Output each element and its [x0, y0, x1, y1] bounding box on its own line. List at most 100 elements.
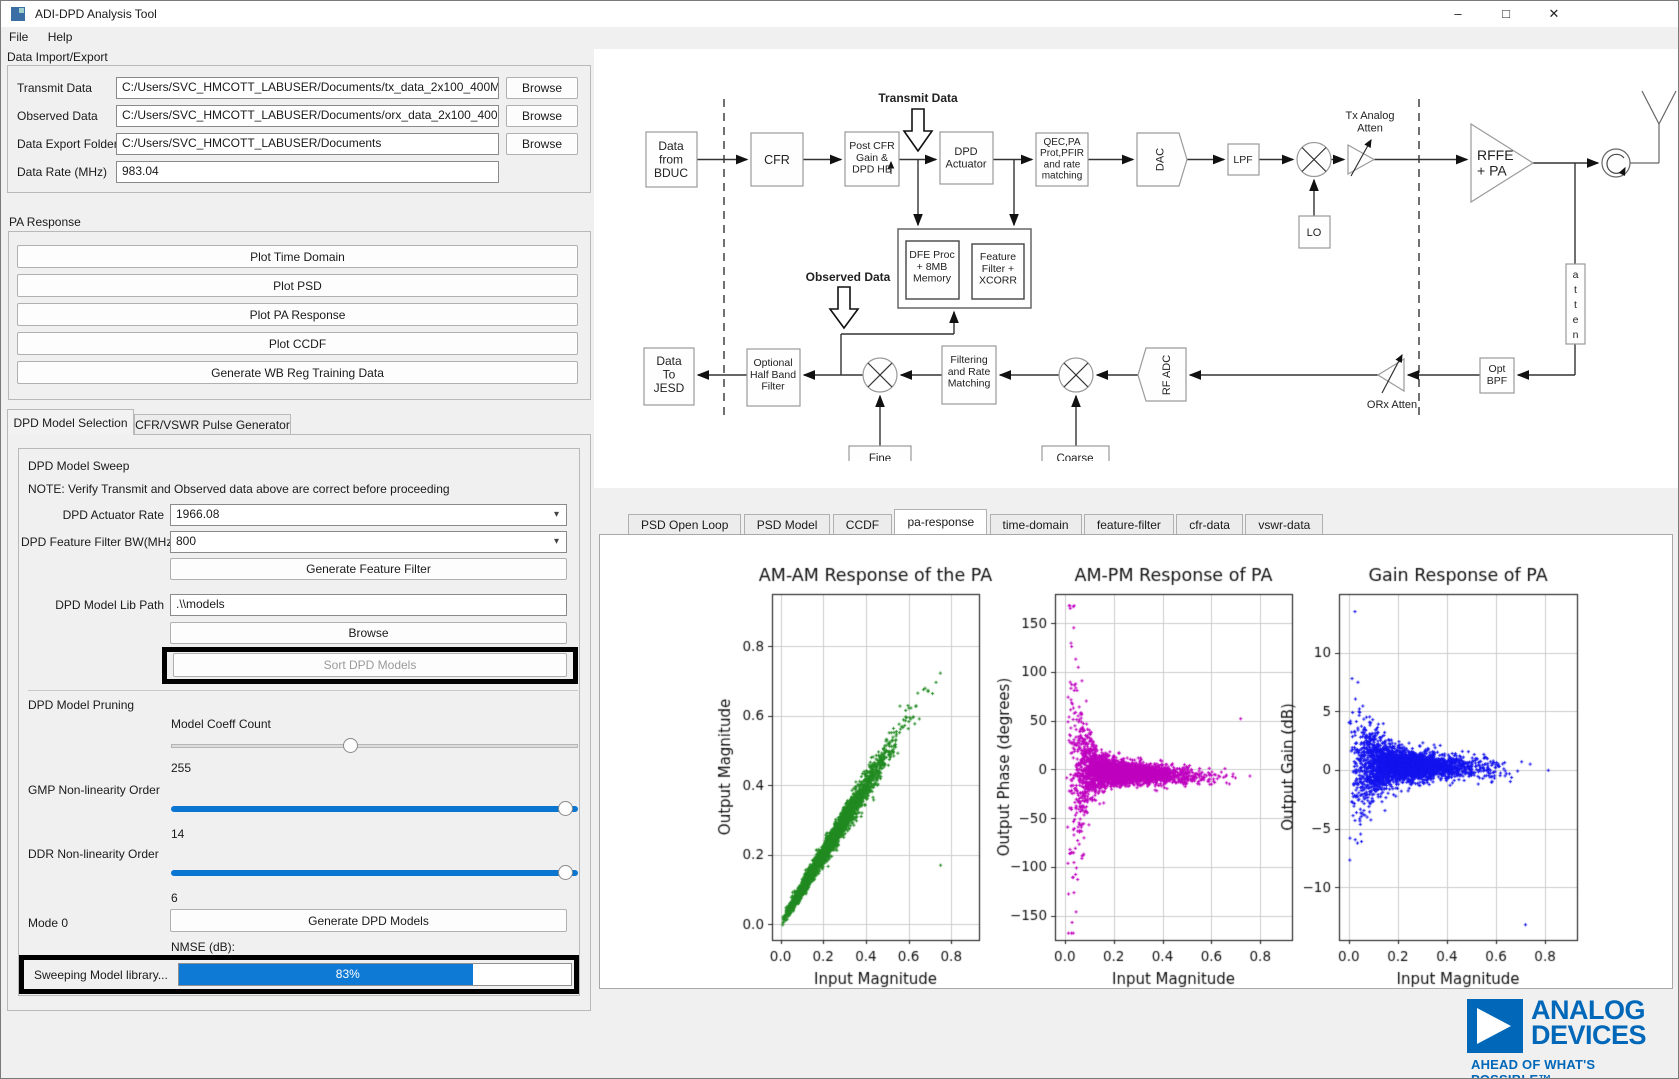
app-window: ADI-DPD Analysis Tool – □ ✕ File Help Da…: [0, 0, 1679, 1079]
menu-file[interactable]: File: [1, 27, 36, 47]
lib-path-browse-button[interactable]: Browse: [170, 622, 567, 644]
analog-devices-tagline: AHEAD OF WHAT'S POSSIBLE™: [1471, 1057, 1678, 1079]
antenna-icon: [1630, 91, 1676, 163]
sort-dpd-models-button[interactable]: Sort DPD Models: [173, 653, 567, 677]
minimize-button[interactable]: –: [1439, 1, 1477, 27]
dpd-actuator-rate-combobox[interactable]: 1966.08 ▾: [170, 504, 567, 526]
model-coeff-count-label: Model Coeff Count: [171, 717, 271, 731]
generate-feature-filter-button[interactable]: Generate Feature Filter: [170, 558, 567, 580]
coarse-mixer-icon: [1059, 358, 1093, 392]
cfr-label: CFR: [764, 153, 790, 167]
fine-mixer-icon: [863, 358, 897, 392]
dpd-feature-filter-bw-combobox[interactable]: 800 ▾: [170, 531, 567, 553]
sweep-progress-text: 83%: [336, 967, 360, 981]
data-import-section-label: Data Import/Export: [7, 50, 108, 64]
dpd-model-lib-path-label: DPD Model Lib Path: [21, 598, 164, 612]
transmit-data-label: Transmit Data: [878, 91, 958, 105]
pa-response-charts: [600, 535, 1674, 990]
plot-pa-response-button[interactable]: Plot PA Response: [17, 303, 578, 326]
plot-tab-time-domain[interactable]: time-domain: [990, 514, 1082, 536]
plot-tab-psd-model[interactable]: PSD Model: [744, 514, 831, 536]
orx-atten-label: ORx Atten: [1367, 399, 1417, 411]
data-export-folder-browse-button[interactable]: Browse: [506, 133, 578, 155]
dpd-block-diagram: DatafromBDUC CFR Post CFRGain &DPD HB DP…: [596, 71, 1679, 461]
chevron-down-icon: ▾: [554, 536, 559, 547]
plot-tab-ccdf[interactable]: CCDF: [833, 514, 892, 536]
circulator-icon: [1602, 149, 1630, 177]
data-export-folder-input[interactable]: C:/Users/SVC_HMCOTT_LABUSER/Documents: [116, 133, 499, 155]
gmp-order-label: GMP Non-linearity Order: [28, 783, 160, 797]
dpd-actuator-rate-label: DPD Actuator Rate: [21, 508, 164, 522]
transmit-data-browse-button[interactable]: Browse: [506, 77, 578, 99]
plot-tab-feature-filter[interactable]: feature-filter: [1084, 514, 1174, 536]
observed-data-label: Observed Data: [17, 109, 98, 123]
dpd-model-sweep-note: NOTE: Verify Transmit and Observed data …: [28, 482, 450, 496]
title-bar: ADI-DPD Analysis Tool – □ ✕: [1, 1, 1679, 27]
lo-label: LO: [1307, 227, 1322, 239]
transmit-data-input[interactable]: C:/Users/SVC_HMCOTT_LABUSER/Documents/tx…: [116, 77, 499, 99]
sort-dpd-models-highlight: Sort DPD Models: [162, 647, 578, 684]
observed-data-input[interactable]: C:/Users/SVC_HMCOTT_LABUSER/Documents/or…: [116, 105, 499, 127]
rf-adc-label: RF ADC: [1161, 355, 1173, 395]
transmit-data-arrow: [904, 109, 932, 151]
ddr-order-label: DDR Non-linearity Order: [28, 847, 159, 861]
dpd-model-sweep-title: DPD Model Sweep: [28, 459, 129, 473]
dpd-feature-filter-bw-value: 800: [176, 534, 196, 548]
close-button[interactable]: ✕: [1535, 1, 1573, 27]
slider-thumb[interactable]: [558, 865, 573, 880]
ddr-order-value: 6: [171, 891, 178, 905]
model-coeff-count-slider[interactable]: [171, 738, 578, 754]
plot-tab-cfr-data[interactable]: cfr-data: [1176, 514, 1243, 536]
slider-thumb[interactable]: [343, 738, 358, 753]
slider-track: [171, 870, 578, 876]
feature-filter-xcorr-label: FeatureFilter +XCORR: [979, 251, 1017, 287]
tx-analog-atten-label: Tx AnalogAtten: [1346, 110, 1395, 134]
generate-wb-reg-training-data-button[interactable]: Generate WB Reg Training Data: [17, 361, 578, 384]
lpf-label: LPF: [1233, 154, 1252, 166]
qec-label: QEC,PAProt,PFIRand ratematching: [1040, 137, 1084, 182]
dpd-feature-filter-bw-label: DPD Feature Filter BW(MHz): [21, 535, 164, 549]
data-export-folder-label: Data Export Folder: [17, 137, 118, 151]
maximize-button[interactable]: □: [1487, 1, 1525, 27]
logo-line2: DEVICES: [1531, 1023, 1646, 1048]
chevron-down-icon: ▾: [554, 509, 559, 520]
slider-track: [171, 744, 578, 748]
plot-time-domain-button[interactable]: Plot Time Domain: [17, 245, 578, 268]
plot-psd-button[interactable]: Plot PSD: [17, 274, 578, 297]
plot-tab-psd-open-loop[interactable]: PSD Open Loop: [628, 514, 741, 536]
sweep-progress-fill: [179, 964, 473, 985]
window-title: ADI-DPD Analysis Tool: [35, 7, 157, 21]
tab-dpd-model-selection[interactable]: DPD Model Selection: [7, 409, 134, 435]
sweep-progress-bar: 83%: [178, 963, 572, 986]
plot-tab-pa-response[interactable]: pa-response: [894, 509, 987, 534]
plot-tab-vswr-data[interactable]: vswr-data: [1245, 514, 1323, 536]
plot-ccdf-button[interactable]: Plot CCDF: [17, 332, 578, 355]
data-rate-input[interactable]: 983.04: [116, 161, 499, 183]
dpd-model-lib-path-input[interactable]: .\\models: [170, 594, 567, 616]
fine-nco-label: FineNCO: [867, 453, 893, 461]
observed-data-browse-button[interactable]: Browse: [506, 105, 578, 127]
pa-response-plot-panel: [599, 534, 1673, 989]
mode-label: Mode 0: [28, 916, 68, 930]
dpd-model-pruning-title: DPD Model Pruning: [28, 698, 134, 712]
observed-data-arrow: [830, 287, 858, 328]
tab-cfr-vswr-pulse-generator[interactable]: CFR/VSWR Pulse Generator: [134, 414, 291, 435]
app-icon: [11, 7, 25, 21]
analog-devices-logo-icon: [1467, 999, 1523, 1053]
gmp-order-value: 14: [171, 827, 184, 841]
tx-mixer-icon: [1297, 143, 1331, 177]
dpd-actuator-rate-value: 1966.08: [176, 507, 219, 521]
analog-devices-wordmark: ANALOG DEVICES: [1531, 998, 1646, 1048]
opt-bpf-label: OptBPF: [1487, 363, 1507, 387]
gmp-order-slider[interactable]: [171, 801, 578, 817]
model-coeff-count-value: 255: [171, 761, 191, 775]
filtering-label: Filteringand RateMatching: [948, 354, 991, 390]
slider-track: [171, 806, 578, 812]
generate-dpd-models-button[interactable]: Generate DPD Models: [170, 909, 567, 932]
sweeping-model-library-label: Sweeping Model library...: [34, 968, 168, 982]
transmit-data-label: Transmit Data: [17, 81, 92, 95]
slider-thumb[interactable]: [558, 801, 573, 816]
menu-help[interactable]: Help: [40, 27, 81, 47]
ddr-order-slider[interactable]: [171, 865, 578, 881]
tx-atten-amp-symbol: [1348, 145, 1374, 174]
